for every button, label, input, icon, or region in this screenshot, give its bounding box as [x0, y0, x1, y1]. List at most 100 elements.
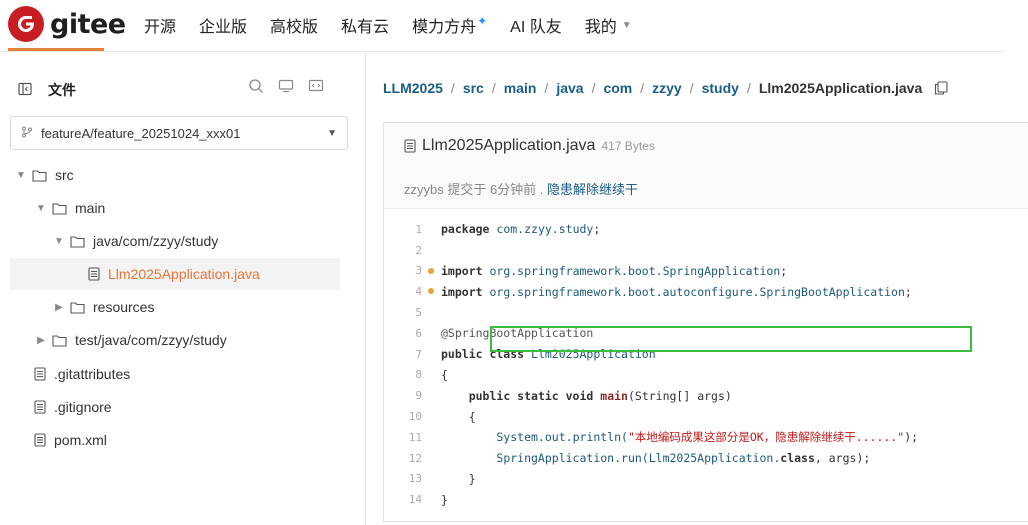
- nav-label: 高校版: [270, 19, 319, 36]
- copy-icon[interactable]: [934, 81, 948, 95]
- token-type: (Llm2025Application.: [641, 451, 781, 466]
- nav-label: 模力方舟: [412, 19, 477, 36]
- monitor-icon[interactable]: [278, 78, 294, 94]
- token-keyword: public static void: [468, 388, 594, 403]
- line-number[interactable]: 12: [384, 452, 422, 465]
- nav-item-moli-fangzhou[interactable]: 模力方舟 ✦: [412, 13, 487, 37]
- tree-item-pom-xml[interactable]: pom.xml: [10, 424, 340, 456]
- line-number[interactable]: 14: [384, 493, 422, 506]
- tree-item-gitattributes[interactable]: .gitattributes: [10, 358, 340, 390]
- breadcrumb-separator: /: [450, 80, 455, 96]
- token-string: "本地编码成果这部分是OK，隐患解除继续干......": [627, 430, 905, 445]
- tree-item-test-package[interactable]: ▶ test/java/com/zzyy/study: [10, 324, 340, 356]
- tree-item-java-package[interactable]: ▼ java/com/zzyy/study: [10, 225, 340, 257]
- nav-item-enterprise[interactable]: 企业版: [199, 13, 247, 37]
- tree-item-label: src: [55, 167, 74, 183]
- token-keyword: import: [441, 263, 483, 278]
- code-line: 3 import org.springframework.boot.SpringA…: [384, 261, 1028, 282]
- modified-line-marker: [428, 267, 434, 274]
- commit-message-link[interactable]: 隐患解除继续干: [547, 182, 638, 197]
- chevron-down-icon[interactable]: ▼: [36, 203, 46, 214]
- panel-icon[interactable]: [18, 82, 32, 99]
- token-type: SpringApplication.: [496, 451, 622, 466]
- breadcrumb-com[interactable]: com: [603, 80, 632, 96]
- tree-item-main[interactable]: ▼ main: [10, 192, 340, 224]
- token-package: org.springframework.boot.autoconfigure.S…: [489, 284, 905, 299]
- file-icon: [404, 139, 416, 153]
- breadcrumb-src[interactable]: src: [463, 80, 484, 96]
- code-text: import org.springframework.boot.autoconf…: [441, 284, 912, 299]
- sidebar-header: 文件: [18, 80, 76, 100]
- token-brace: }: [468, 471, 476, 486]
- breadcrumb-current-file: Llm2025Application.java: [758, 80, 923, 96]
- nav-item-ai-teammate[interactable]: AI 队友: [510, 13, 562, 37]
- gitee-wordmark: gitee: [50, 8, 126, 40]
- file-name: Llm2025Application.java: [422, 137, 596, 154]
- line-number[interactable]: 7: [384, 348, 422, 361]
- breadcrumb: LLM2025 / src / main / java / com / zzyy / stu…: [383, 80, 948, 96]
- commit-info: zzyybs 提交于 6分钟前 . 隐患解除继续干: [404, 179, 638, 198]
- file-view: LLM2025 / src / main / java / com / zzyy / stu…: [366, 52, 1028, 525]
- tree-item-resources[interactable]: ▶ resources: [10, 291, 340, 323]
- branch-selector[interactable]: featureA/feature_20251024_xxx01 ▼: [10, 116, 348, 150]
- nav-item-private-cloud[interactable]: 私有云: [341, 13, 389, 37]
- code-line: 8{: [384, 365, 1028, 386]
- tree-item-llm2025application-java[interactable]: Llm2025Application.java: [10, 258, 340, 290]
- line-number[interactable]: 1: [384, 223, 422, 236]
- chevron-right-icon[interactable]: ▶: [36, 335, 46, 346]
- file-sidebar: 文件 featureA/feature_20251024_xxx01 ▼ ▼ s…: [0, 52, 366, 525]
- code-text: }: [441, 492, 448, 507]
- line-number[interactable]: 3: [384, 264, 422, 277]
- line-number[interactable]: 11: [384, 431, 422, 444]
- nav-item-education[interactable]: 高校版: [270, 13, 318, 37]
- code-text: System.out.println("本地编码成果这部分是OK，隐患解除继续干…: [441, 429, 918, 445]
- code-line: 2: [384, 240, 1028, 261]
- breadcrumb-repo[interactable]: LLM2025: [383, 80, 443, 96]
- line-number[interactable]: 2: [384, 244, 422, 257]
- sparkle-icon: ✦: [477, 14, 488, 28]
- code-line: 11 System.out.println("本地编码成果这部分是OK，隐患解除…: [384, 427, 1028, 448]
- tree-item-label: test/java/com/zzyy/study: [75, 332, 227, 348]
- breadcrumb-java[interactable]: java: [556, 80, 583, 96]
- nav-item-open-source[interactable]: 开源: [144, 13, 176, 37]
- line-number[interactable]: 10: [384, 410, 422, 423]
- code-text: {: [441, 367, 448, 382]
- code-text: {: [441, 410, 476, 424]
- code-line: 5: [384, 302, 1028, 323]
- code-line: 6 @SpringBootApplication: [384, 323, 1028, 344]
- chevron-down-icon[interactable]: ▼: [54, 236, 64, 247]
- breadcrumb-main[interactable]: main: [504, 80, 537, 96]
- token-args: (String[] args): [627, 388, 732, 403]
- line-number[interactable]: 4: [384, 285, 422, 298]
- nav-label: 开源: [144, 19, 177, 36]
- code-text: import org.springframework.boot.SpringAp…: [441, 263, 788, 278]
- search-icon[interactable]: [248, 78, 264, 94]
- code-line: 13 }: [384, 469, 1028, 490]
- code-line: 4 import org.springframework.boot.autocon…: [384, 281, 1028, 302]
- chevron-down-icon[interactable]: ▼: [16, 170, 26, 181]
- tree-item-gitignore[interactable]: .gitignore: [10, 391, 340, 423]
- breadcrumb-zzyy[interactable]: zzyy: [652, 80, 682, 96]
- chevron-right-icon[interactable]: ▶: [54, 302, 64, 313]
- token-method: main: [600, 388, 628, 403]
- line-number[interactable]: 13: [384, 472, 422, 485]
- file-icon: [34, 400, 46, 414]
- folder-icon: [52, 334, 67, 347]
- line-number[interactable]: 5: [384, 306, 422, 319]
- token-type: System.: [496, 430, 545, 445]
- nav-item-mine[interactable]: 我的 ▼: [585, 13, 632, 37]
- token-type: Llm2025Application: [531, 347, 656, 362]
- nav-menu: 开源 企业版 高校版 私有云 模力方舟 ✦ AI 队友 我的 ▼: [144, 13, 655, 37]
- gitee-logo[interactable]: gitee: [8, 6, 126, 42]
- breadcrumb-separator: /: [640, 80, 645, 96]
- token-brace: {: [468, 409, 476, 424]
- chevron-down-icon: ▼: [621, 19, 632, 31]
- line-number[interactable]: 6: [384, 327, 422, 340]
- token-call: .println(: [565, 430, 628, 445]
- line-number[interactable]: 8: [384, 368, 422, 381]
- line-number[interactable]: 9: [384, 389, 422, 402]
- breadcrumb-study[interactable]: study: [702, 80, 739, 96]
- tree-item-src[interactable]: ▼ src: [10, 159, 340, 191]
- code-line: 12 SpringApplication.run(Llm2025Applicat…: [384, 448, 1028, 469]
- code-view-icon[interactable]: [308, 78, 324, 94]
